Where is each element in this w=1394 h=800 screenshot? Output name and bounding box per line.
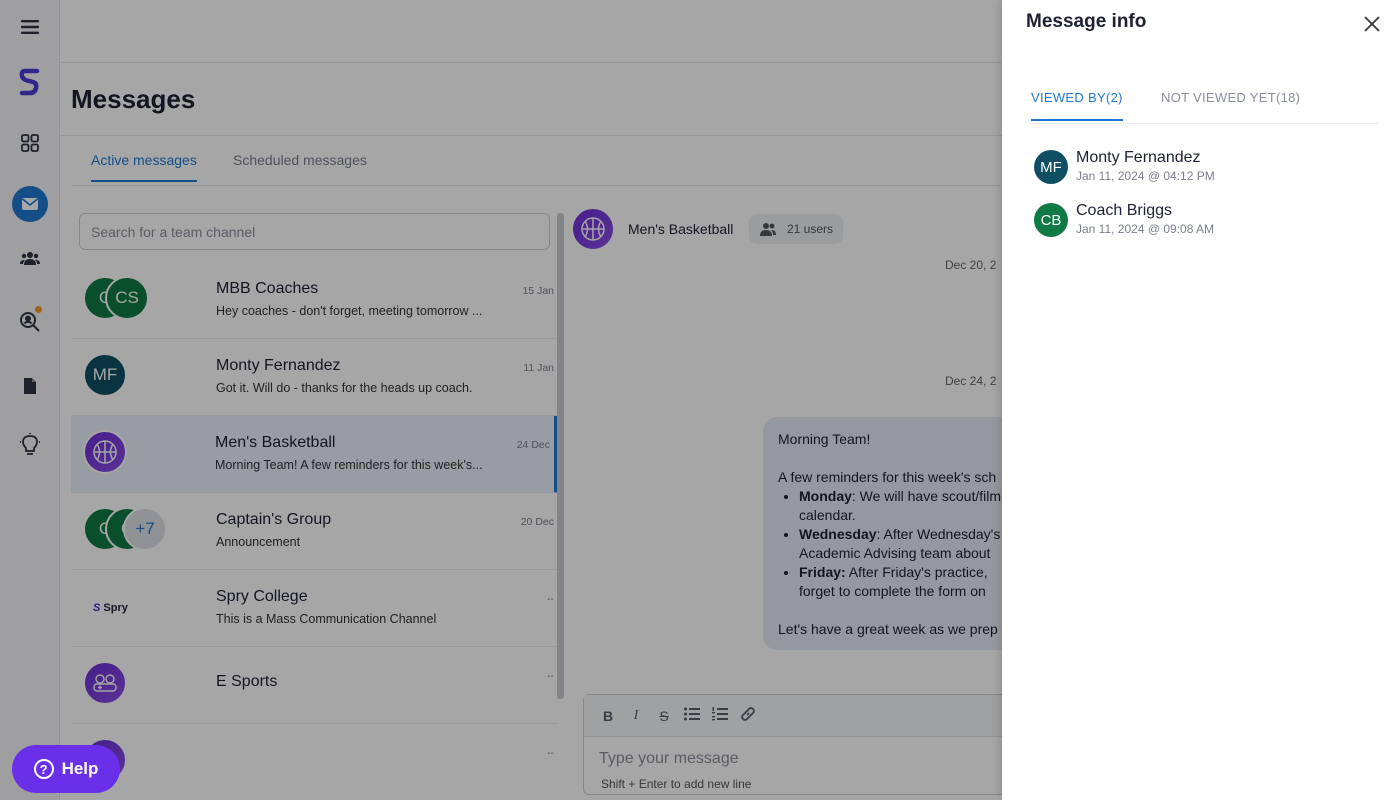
question-icon: ? — [33, 759, 54, 779]
viewer-time: Jan 11, 2024 @ 09:08 AM — [1076, 222, 1215, 236]
viewer-time: Jan 11, 2024 @ 04:12 PM — [1076, 169, 1215, 183]
tab-viewed-by[interactable]: VIEWED BY(2) — [1031, 90, 1123, 121]
modal-backdrop[interactable] — [0, 0, 1002, 800]
avatar-initials: MF — [1040, 158, 1062, 176]
help-button[interactable]: ? Help — [12, 745, 120, 793]
viewer-name: Monty Fernandez — [1076, 149, 1201, 166]
avatar: MF — [1034, 150, 1068, 184]
avatar: CB — [1034, 203, 1068, 237]
viewer-tabs: VIEWED BY(2) NOT VIEWED YET(18) — [1031, 88, 1379, 124]
avatar-initials: CB — [1040, 211, 1062, 229]
viewer-row[interactable]: CB Coach Briggs Jan 11, 2024 @ 09:08 AM — [1034, 202, 1364, 243]
close-icon[interactable] — [1360, 12, 1384, 36]
viewer-row[interactable]: MF Monty Fernandez Jan 11, 2024 @ 04:12 … — [1034, 149, 1364, 190]
viewer-name: Coach Briggs — [1076, 202, 1173, 219]
help-label: Help — [61, 759, 99, 778]
tab-not-viewed-yet[interactable]: NOT VIEWED YET(18) — [1161, 90, 1300, 119]
drawer-title: Message info — [1026, 11, 1147, 32]
message-info-drawer: Message info VIEWED BY(2) NOT VIEWED YET… — [1002, 0, 1394, 800]
